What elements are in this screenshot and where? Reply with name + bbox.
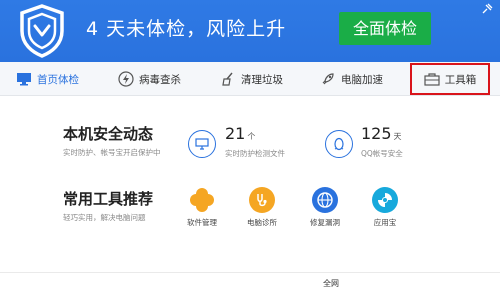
- lightning-icon: [118, 71, 134, 87]
- qq-desc: QQ帐号安全: [361, 149, 403, 158]
- top-banner: 4 天未体检，风险上升 全面体检: [0, 0, 500, 62]
- qq-days: 125 天: [361, 124, 402, 143]
- toolbox-icon: [424, 73, 440, 86]
- pc-clinic-button[interactable]: 电脑诊所: [237, 187, 287, 228]
- fix-vulnerability-button[interactable]: 修复漏洞: [300, 187, 350, 228]
- monitor-icon: [17, 73, 31, 86]
- broom-icon: [222, 72, 233, 86]
- stethoscope-icon: [249, 187, 275, 213]
- pin-icon[interactable]: [480, 2, 494, 16]
- globe-wrench-icon: [312, 187, 338, 213]
- protect-count-value: 21: [225, 124, 246, 143]
- tool-label: 应用宝: [373, 218, 397, 227]
- footer-text: 全网: [323, 279, 339, 288]
- protect-count-unit: 个: [247, 132, 256, 141]
- tab-label: 病毒查杀: [139, 73, 181, 86]
- tool-label: 电脑诊所: [247, 218, 277, 227]
- tab-label: 首页体检: [37, 73, 79, 86]
- tab-label: 工具箱: [444, 73, 477, 86]
- tools-subtitle: 轻巧实用，解决电脑问题: [63, 213, 146, 222]
- risk-headline: 4 天未体检，风险上升: [86, 18, 287, 40]
- security-title: 本机安全动态: [63, 125, 154, 143]
- tab-speed-up[interactable]: 电脑加速: [320, 62, 383, 96]
- tab-home-checkup[interactable]: 首页体检: [16, 62, 79, 96]
- clover-icon: [189, 187, 215, 213]
- rocket-icon: [322, 73, 334, 85]
- tab-label: 清理垃圾: [241, 73, 283, 86]
- protect-count: 21 个: [225, 124, 255, 143]
- monitor-icon: [195, 138, 209, 150]
- tool-label: 修复漏洞: [310, 218, 340, 227]
- tools-title: 常用工具推荐: [63, 190, 154, 208]
- app-store-button[interactable]: 应用宝: [360, 187, 410, 228]
- realtime-protect-icon: [188, 130, 216, 158]
- security-subtitle: 实时防护、帐号宝开启保护中: [63, 148, 161, 157]
- full-checkup-button[interactable]: 全面体检: [339, 12, 431, 45]
- tab-toolbox[interactable]: 工具箱: [410, 63, 490, 95]
- tool-label: 软件管理: [187, 218, 217, 227]
- qq-account-icon: [325, 130, 353, 158]
- shield-logo-icon: [20, 4, 64, 58]
- penguin-icon: [334, 137, 344, 151]
- qq-days-value: 125: [361, 124, 392, 143]
- tab-virus-scan[interactable]: 病毒查杀: [118, 62, 181, 96]
- software-manager-button[interactable]: 软件管理: [177, 187, 227, 228]
- qq-days-unit: 天: [393, 132, 402, 141]
- protect-desc: 实时防护检测文件: [225, 149, 285, 158]
- app-store-icon: [372, 187, 398, 213]
- tab-clean-junk[interactable]: 清理垃圾: [220, 62, 283, 96]
- footer-divider: [0, 272, 500, 273]
- main-nav: 首页体检 病毒查杀 清理垃圾 电脑加速 工具箱: [0, 62, 500, 96]
- tab-label: 电脑加速: [341, 73, 383, 86]
